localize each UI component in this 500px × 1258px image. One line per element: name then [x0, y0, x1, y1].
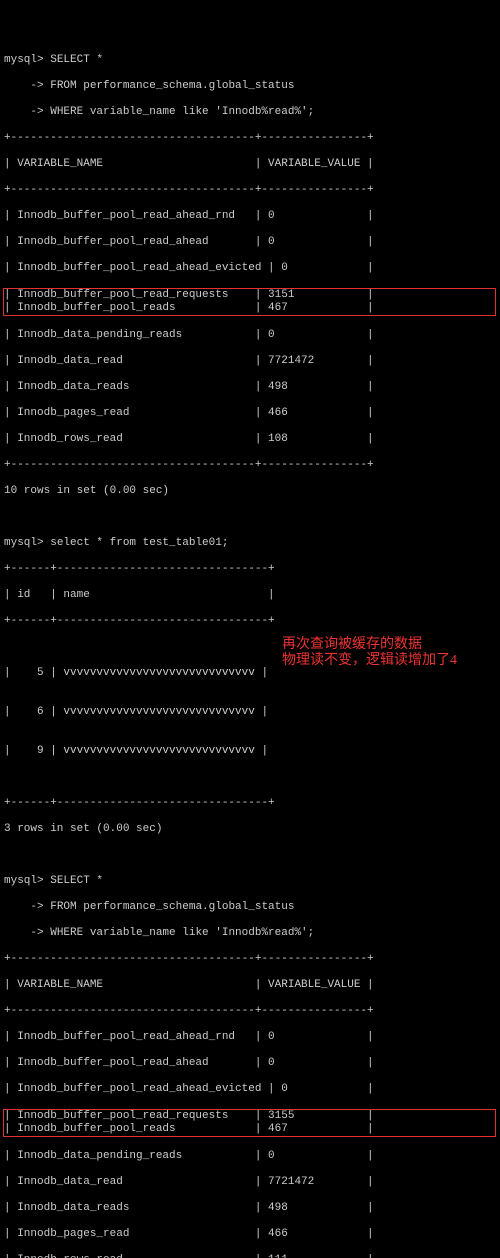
blank-line [4, 849, 496, 862]
table-footer: 10 rows in set (0.00 sec) [4, 485, 496, 498]
sql-line: mysql> SELECT * [4, 875, 496, 888]
table-row: | Innodb_buffer_pool_read_ahead_rnd | 0 … [4, 210, 496, 223]
table-sep: +------+--------------------------------… [4, 615, 496, 628]
table-row: | Innodb_rows_read | 108 | [4, 433, 496, 446]
table-sep: +------+--------------------------------… [4, 563, 496, 576]
table-row: | Innodb_data_reads | 498 | [4, 1202, 496, 1215]
sql-line: mysql> SELECT * [4, 54, 496, 67]
table-row: | Innodb_data_pending_reads | 0 | [4, 329, 496, 342]
highlighted-rows: | Innodb_buffer_pool_read_requests | 315… [3, 288, 496, 316]
table-header: | VARIABLE_NAME | VARIABLE_VALUE | [4, 979, 496, 992]
table-row: | Innodb_data_read | 7721472 | [4, 355, 496, 368]
table-row: | Innodb_buffer_pool_read_ahead | 0 | [4, 1057, 496, 1070]
table-sep: +------+--------------------------------… [4, 797, 496, 810]
table-sep: +-------------------------------------+-… [4, 132, 496, 145]
table-row: | Innodb_buffer_pool_read_ahead_evicted … [4, 1083, 496, 1096]
blank-line [4, 511, 496, 524]
table-row: | Innodb_buffer_pool_read_ahead_evicted … [4, 262, 496, 275]
table-row: | Innodb_buffer_pool_read_ahead | 0 | [4, 236, 496, 249]
table-row: | Innodb_buffer_pool_read_ahead_rnd | 0 … [4, 1031, 496, 1044]
table-header: | VARIABLE_NAME | VARIABLE_VALUE | [4, 158, 496, 171]
sql-line: -> FROM performance_schema.global_status [4, 901, 496, 914]
table-row: | 6 | vvvvvvvvvvvvvvvvvvvvvvvvvvvvv | [4, 706, 496, 719]
table-row: | Innodb_data_reads | 498 | [4, 381, 496, 394]
table-sep: +-------------------------------------+-… [4, 184, 496, 197]
sql-line: -> WHERE variable_name like 'Innodb%read… [4, 927, 496, 940]
table-row: | Innodb_pages_read | 466 | [4, 1228, 496, 1241]
table-header: | id | name | [4, 589, 496, 602]
sql-line: -> FROM performance_schema.global_status [4, 80, 496, 93]
sql-line: -> WHERE variable_name like 'Innodb%read… [4, 106, 496, 119]
table-row: | Innodb_buffer_pool_reads | 467 | [4, 302, 495, 315]
table-row: | 9 | vvvvvvvvvvvvvvvvvvvvvvvvvvvvv | [4, 745, 496, 758]
table-sep: +-------------------------------------+-… [4, 1005, 496, 1018]
table-row: | Innodb_buffer_pool_reads | 467 | [4, 1123, 495, 1136]
annotation: 再次查询被缓存的数据 物理读不变，逻辑读增加了4 [282, 637, 492, 669]
table-row: | Innodb_pages_read | 466 | [4, 407, 496, 420]
highlighted-rows: | Innodb_buffer_pool_read_requests | 315… [3, 1109, 496, 1137]
table-sep: +-------------------------------------+-… [4, 953, 496, 966]
table-sep: +-------------------------------------+-… [4, 459, 496, 472]
sql-line: mysql> select * from test_table01; [4, 537, 496, 550]
table-row: | Innodb_data_pending_reads | 0 | [4, 1150, 496, 1163]
table-row: | Innodb_buffer_pool_read_requests | 315… [4, 289, 495, 302]
table-footer: 3 rows in set (0.00 sec) [4, 823, 496, 836]
table-row: | Innodb_data_read | 7721472 | [4, 1176, 496, 1189]
table-row: | Innodb_rows_read | 111 | [4, 1254, 496, 1258]
table-row: | Innodb_buffer_pool_read_requests | 315… [4, 1110, 495, 1123]
